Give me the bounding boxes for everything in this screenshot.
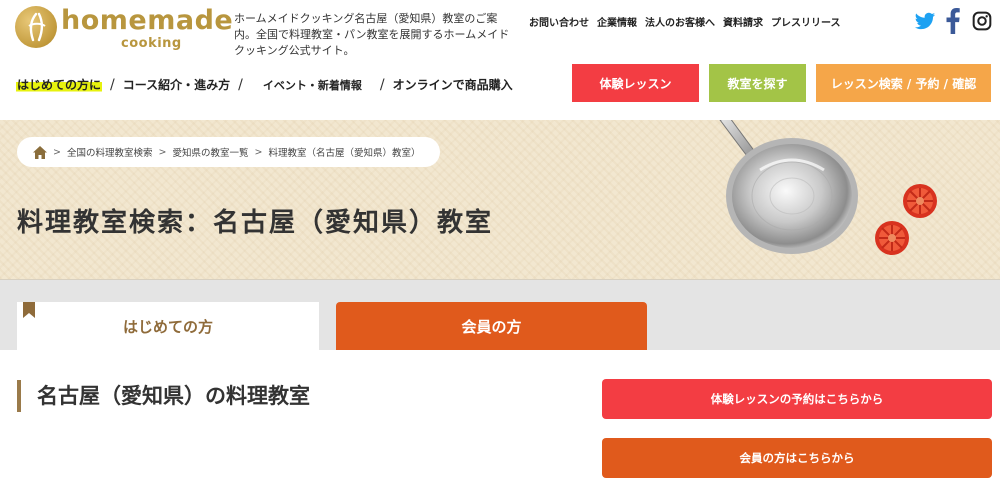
corporate-clients-link[interactable]: 法人のお客様へ <box>645 14 715 29</box>
nav-online-shop[interactable]: オンラインで商品購入 <box>393 76 513 93</box>
home-icon[interactable] <box>33 145 47 159</box>
breadcrumb-arrow: > <box>158 146 167 158</box>
breadcrumb-arrow: > <box>254 146 263 158</box>
press-release-link[interactable]: プレスリリース <box>771 14 841 29</box>
nav-separator: / <box>110 76 115 93</box>
trial-lesson-button[interactable]: 体験レッスン <box>572 64 699 102</box>
nav-separator: / <box>238 76 243 93</box>
frying-pan-image <box>719 120 858 254</box>
utility-links: お問い合わせ 企業情報 法人のお客様へ 資料請求 プレスリリース <box>529 14 841 29</box>
section-title: 名古屋（愛知県）の料理教室 <box>17 380 310 412</box>
tab-first-time[interactable]: はじめての方 <box>17 302 319 350</box>
main-navigation: はじめての方に / コース紹介・進み方 / イベント・新着情報 / オンラインで… <box>16 76 513 93</box>
tomato-slice-image <box>875 221 909 255</box>
contact-link[interactable]: お問い合わせ <box>529 14 589 29</box>
hero-banner: > 全国の料理教室検索 > 愛知県の教室一覧 > 料理教室（名古屋（愛知県）教室… <box>0 120 1000 280</box>
logo-subtitle: cooking <box>121 36 182 51</box>
tab-members[interactable]: 会員の方 <box>336 302 647 350</box>
bookmark-ribbon-icon <box>23 302 35 318</box>
tab-first-time-label: はじめての方 <box>122 317 213 336</box>
main-content: 名古屋（愛知県）の料理教室 体験レッスンの予約はこちらから 会員の方はこちらから <box>0 350 1000 482</box>
page-title: 料理教室検索：名古屋（愛知県）教室 <box>17 208 494 238</box>
site-tagline: ホームメイドクッキング名古屋（愛知県）教室のご案内。全国で料理教室・パン教室を展… <box>234 12 510 57</box>
nav-events[interactable]: イベント・新着情報 <box>263 77 362 93</box>
breadcrumb: > 全国の料理教室検索 > 愛知県の教室一覧 > 料理教室（名古屋（愛知県）教室… <box>17 137 441 167</box>
nav-separator: / <box>379 76 385 93</box>
breadcrumb-arrow: > <box>53 146 61 158</box>
nav-first-timer[interactable]: はじめての方に <box>16 76 103 93</box>
request-materials-link[interactable]: 資料請求 <box>723 14 763 29</box>
find-school-button[interactable]: 教室を探す <box>709 64 806 102</box>
member-login-button[interactable]: 会員の方はこちらから <box>602 438 992 478</box>
company-info-link[interactable]: 企業情報 <box>597 14 637 29</box>
site-header: homemade cooking ホームメイドクッキング名古屋（愛知県）教室のご… <box>0 0 1000 120</box>
trial-reservation-button[interactable]: 体験レッスンの予約はこちらから <box>602 379 992 419</box>
tab-members-label: 会員の方 <box>461 317 522 336</box>
tomato-slice-image <box>903 184 937 218</box>
logo-emblem-icon <box>15 6 57 48</box>
breadcrumb-national-search[interactable]: 全国の料理教室検索 <box>67 145 153 159</box>
logo-wordmark: homemade <box>61 5 234 36</box>
instagram-icon[interactable] <box>972 8 992 34</box>
audience-tabs: はじめての方 会員の方 <box>0 280 1000 350</box>
nav-courses[interactable]: コース紹介・進み方 <box>123 76 230 93</box>
breadcrumb-current: 料理教室（名古屋（愛知県）教室） <box>268 148 421 159</box>
homemade-cooking-logo[interactable]: homemade cooking <box>15 5 233 52</box>
lesson-search-reserve-button[interactable]: レッスン検索 / 予約 / 確認 <box>816 64 991 102</box>
facebook-icon[interactable] <box>946 8 960 34</box>
breadcrumb-aichi-list[interactable]: 愛知県の教室一覧 <box>172 145 248 159</box>
twitter-icon[interactable] <box>914 8 936 34</box>
